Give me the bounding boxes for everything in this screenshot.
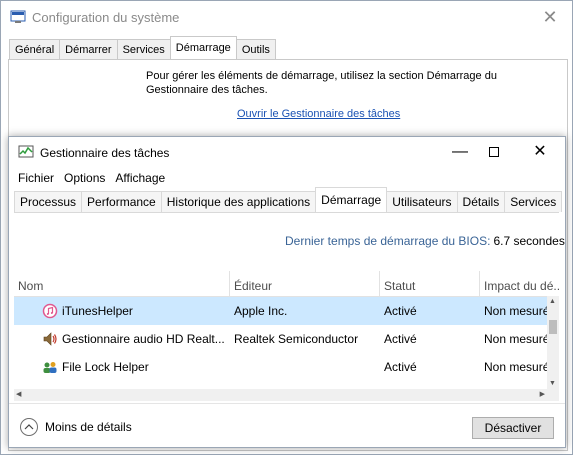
row-impact: Non mesuré bbox=[484, 360, 550, 374]
startup-info-text: Pour gérer les éléments de démarrage, ut… bbox=[146, 69, 526, 97]
row-name: Gestionnaire audio HD Realt... bbox=[62, 332, 225, 346]
table-row[interactable]: File Lock Helper Activé Non mesuré bbox=[14, 353, 550, 381]
scroll-thumb[interactable] bbox=[549, 320, 557, 334]
tab-tools[interactable]: Outils bbox=[235, 39, 276, 59]
table-row[interactable]: iTunesHelper Apple Inc. Activé Non mesur… bbox=[14, 297, 550, 325]
tab-processes[interactable]: Processus bbox=[14, 191, 83, 212]
tab-services[interactable]: Services bbox=[504, 191, 563, 212]
speaker-icon bbox=[43, 332, 57, 346]
row-impact: Non mesuré bbox=[484, 332, 550, 346]
minimize-icon[interactable]: — bbox=[445, 141, 475, 163]
tab-strip: Processus Performance Historique des app… bbox=[14, 187, 563, 213]
horizontal-scrollbar[interactable]: ◀ ▶ bbox=[14, 389, 559, 401]
vertical-scrollbar[interactable]: ▲ ▼ bbox=[547, 296, 559, 389]
task-manager-icon bbox=[18, 145, 34, 158]
menu-options[interactable]: Options bbox=[55, 169, 105, 189]
msconfig-icon bbox=[10, 10, 26, 23]
row-status: Activé bbox=[384, 360, 417, 374]
itunes-icon bbox=[42, 303, 58, 319]
fewer-details-link[interactable]: Moins de détails bbox=[45, 420, 132, 434]
info-line-2: Gestionnaire des tâches. bbox=[146, 84, 268, 96]
title-bar: Configuration du système ✕ bbox=[1, 1, 572, 33]
menu-file[interactable]: Fichier bbox=[9, 169, 54, 189]
column-publisher[interactable]: Éditeur bbox=[230, 271, 380, 296]
column-name[interactable]: Nom bbox=[14, 271, 230, 296]
close-icon[interactable]: ✕ bbox=[525, 141, 555, 163]
row-name: iTunesHelper bbox=[62, 304, 133, 318]
title-bar: Gestionnaire des tâches — ✕ bbox=[9, 137, 565, 169]
maximize-icon[interactable] bbox=[479, 141, 509, 163]
menu-bar: Fichier Options Affichage bbox=[9, 169, 166, 189]
menu-view[interactable]: Affichage bbox=[106, 169, 165, 189]
bios-time: Dernier temps de démarrage du BIOS: 6.7 s… bbox=[285, 234, 565, 248]
window-title: Gestionnaire des tâches bbox=[40, 146, 170, 160]
column-impact[interactable]: Impact du dé... bbox=[480, 271, 559, 296]
row-status: Activé bbox=[384, 332, 417, 346]
startup-table: ⌃ Nom Éditeur Statut Impact du dé... iTu… bbox=[14, 271, 559, 389]
tab-general[interactable]: Général bbox=[9, 39, 61, 59]
scroll-down-icon[interactable]: ▼ bbox=[549, 380, 556, 387]
close-icon[interactable]: ✕ bbox=[540, 7, 560, 27]
tab-services[interactable]: Services bbox=[116, 39, 171, 59]
open-task-manager-link[interactable]: Ouvrir le Gestionnaire des tâches bbox=[237, 108, 400, 120]
users-icon bbox=[43, 362, 57, 373]
row-impact: Non mesuré bbox=[484, 304, 550, 318]
footer: Moins de détails Désactiver bbox=[9, 403, 565, 448]
table-header: ⌃ Nom Éditeur Statut Impact du dé... bbox=[14, 271, 559, 297]
scroll-right-icon[interactable]: ▶ bbox=[540, 390, 545, 398]
tab-app-history[interactable]: Historique des applications bbox=[160, 191, 317, 212]
tab-details[interactable]: Détails bbox=[456, 191, 506, 212]
chevron-up-icon[interactable] bbox=[20, 418, 38, 436]
row-publisher: Apple Inc. bbox=[234, 304, 288, 318]
row-name: File Lock Helper bbox=[62, 360, 149, 374]
window-title: Configuration du système bbox=[32, 10, 180, 25]
row-publisher: Realtek Semiconductor bbox=[234, 332, 359, 346]
bios-time-value: 6.7 secondes bbox=[493, 234, 565, 248]
disable-button[interactable]: Désactiver bbox=[472, 417, 554, 439]
bios-time-label: Dernier temps de démarrage du BIOS: bbox=[285, 234, 491, 248]
scroll-left-icon[interactable]: ◀ bbox=[16, 390, 21, 398]
tab-boot[interactable]: Démarrer bbox=[59, 39, 118, 59]
info-line-1: Pour gérer les éléments de démarrage, ut… bbox=[146, 70, 497, 82]
row-status: Activé bbox=[384, 304, 417, 318]
tab-startup[interactable]: Démarrage bbox=[169, 36, 237, 59]
table-row[interactable]: Gestionnaire audio HD Realt... Realtek S… bbox=[14, 325, 550, 353]
tab-performance[interactable]: Performance bbox=[81, 191, 162, 212]
tab-strip: Général Démarrer Services Démarrage Outi… bbox=[9, 36, 276, 59]
task-manager-window: Gestionnaire des tâches — ✕ Fichier Opti… bbox=[8, 136, 566, 448]
column-status[interactable]: Statut bbox=[380, 271, 480, 296]
scroll-up-icon[interactable]: ▲ bbox=[549, 298, 556, 305]
tab-users[interactable]: Utilisateurs bbox=[386, 191, 458, 212]
tab-startup[interactable]: Démarrage bbox=[315, 187, 388, 212]
